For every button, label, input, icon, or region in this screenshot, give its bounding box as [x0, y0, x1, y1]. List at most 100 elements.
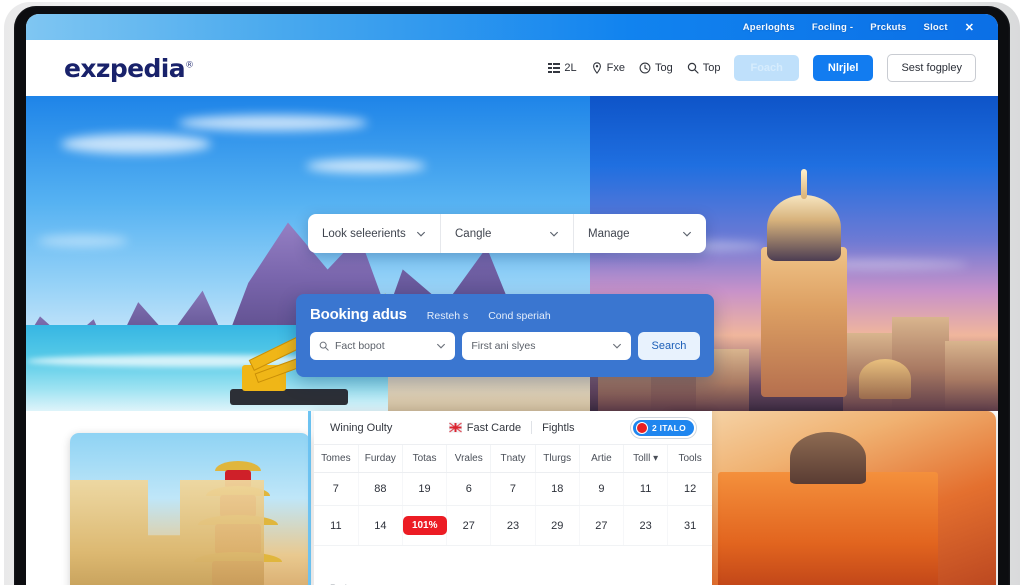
results-panel: Wining Oulty Fast Carde Fightls 2 ITALO …: [314, 411, 712, 585]
status-dot-icon: [635, 421, 648, 434]
destination-card-palace[interactable]: [666, 411, 996, 585]
nav-item-grid[interactable]: 2L: [548, 62, 577, 74]
results-panel-toolbar: Wining Oulty Fast Carde Fightls 2 ITALO: [314, 411, 712, 445]
hero-banner: Look seleerients Cangle Manage Booking a…: [26, 96, 998, 411]
nav-item-clock-label: Tog: [654, 62, 673, 74]
nav-item-tag[interactable]: Fxe: [591, 62, 625, 74]
percentage-badge: 101%: [402, 516, 447, 535]
table-cell: 9: [579, 472, 625, 506]
column-header-artie[interactable]: Artie: [579, 445, 625, 473]
table-cell: 29: [535, 505, 580, 546]
table-cell: 6: [446, 472, 492, 506]
filter-dropdown-2[interactable]: Cangle: [441, 214, 574, 253]
site-logo[interactable]: exzpedia®: [64, 53, 194, 83]
chevron-down-icon: [437, 343, 446, 349]
nav-item-clock[interactable]: Tog: [639, 62, 673, 74]
column-header-vrales[interactable]: Vrales: [446, 445, 492, 473]
screen-content: Aperloghts Focling - Prckuts Sloct ✕ exz…: [26, 14, 998, 585]
topbar-link-4[interactable]: Sloct: [924, 22, 948, 33]
panel-accent-edge: [308, 411, 311, 585]
column-header-totas[interactable]: Totas: [402, 445, 448, 473]
table-cell: 11: [623, 472, 669, 506]
flag-icon: [448, 422, 462, 433]
search-submit-button[interactable]: Search: [637, 332, 701, 360]
capitol-tower: [761, 169, 848, 397]
topbar-link-2[interactable]: Focling -: [812, 22, 853, 33]
column-header-tnaty[interactable]: Tnaty: [490, 445, 536, 473]
palace-dome: [790, 432, 866, 484]
nav-item-tag-label: Fxe: [606, 62, 625, 74]
building-shape: [944, 341, 998, 411]
search-input-origin-value: Fact bopot: [335, 340, 385, 352]
capitol-spire: [801, 169, 808, 199]
content-area: Wining Oulty Fast Carde Fightls 2 ITALO …: [26, 411, 998, 585]
search-icon: [687, 62, 699, 74]
filter-dropdown-1-label: Look seleerients: [322, 227, 406, 240]
secondary-action-button[interactable]: Foach: [734, 55, 799, 81]
topbar-link-3[interactable]: Prckuts: [870, 22, 906, 33]
header-nav: 2L Fxe Tog Top Foach Nlrjlel Sest fogple…: [548, 54, 976, 82]
account-button[interactable]: Sest fogpley: [887, 54, 976, 82]
topbar-link-1[interactable]: Aperloghts: [743, 22, 795, 33]
crane-base: [230, 389, 349, 405]
table-cell: 88: [358, 472, 403, 506]
palace-illustration: [718, 432, 938, 585]
stone-arch: [70, 480, 264, 585]
table-row[interactable]: 7 88 19 6 7 18 9 11 12: [314, 472, 712, 506]
site-topbar: Aperloghts Focling - Prckuts Sloct ✕: [26, 14, 998, 40]
toolbar-divider: [531, 421, 533, 434]
filter-dropdown-1[interactable]: Look seleerients: [308, 214, 441, 253]
table-cell: 18: [535, 472, 580, 506]
table-cell: 12: [667, 472, 712, 506]
screenshot-root: Aperloghts Focling - Prckuts Sloct ✕ exz…: [0, 0, 1024, 585]
filter-dropdown-3-label: Manage: [588, 227, 630, 240]
table-cell: 7: [314, 472, 359, 506]
search-icon: [319, 341, 329, 351]
site-header: exzpedia® 2L Fxe Tog Top Foach Nlrjlel S…: [26, 40, 998, 96]
cloud-shape: [37, 234, 128, 247]
column-header-furday[interactable]: Furday: [358, 445, 403, 473]
table-cell: 27: [579, 505, 625, 546]
table-header-row: Tomes Furday Totas Vrales Tnaty Tlurgs A…: [314, 445, 712, 473]
table-cell: 14: [358, 505, 403, 546]
booking-link-1[interactable]: Resteh s: [427, 310, 468, 322]
hero-filter-bar: Look seleerients Cangle Manage: [308, 214, 706, 253]
data-table: Tomes Furday Totas Vrales Tnaty Tlurgs A…: [314, 445, 712, 546]
booking-panel-header: Booking adus Resteh s Cond speriah: [310, 306, 700, 323]
tab-fast-carde[interactable]: Fast Carde: [448, 421, 521, 434]
table-row[interactable]: 11 14 101% 27 23 29 27 23 31: [314, 505, 712, 546]
chevron-down-icon: [550, 231, 558, 237]
tab-fightls[interactable]: Fightls: [542, 422, 574, 434]
nav-item-search-label: Top: [702, 62, 721, 74]
filter-dropdown-3[interactable]: Manage: [574, 214, 706, 253]
tag-icon: [591, 62, 603, 74]
table-cell: 11: [314, 505, 359, 546]
chevron-down-icon: [683, 231, 691, 237]
status-badge[interactable]: 2 ITALO: [630, 417, 696, 438]
column-header-tomes[interactable]: Tomes: [314, 445, 359, 473]
table-cell: 7: [490, 472, 536, 506]
close-icon[interactable]: ✕: [965, 21, 974, 34]
primary-action-button[interactable]: Nlrjlel: [812, 55, 874, 81]
nav-item-search[interactable]: Top: [687, 62, 721, 74]
table-cell: 27: [446, 505, 492, 546]
destination-card-pagoda[interactable]: [70, 433, 310, 585]
table-cell-highlight: 101%: [402, 505, 448, 546]
results-panel-title: Wining Oulty: [330, 421, 393, 434]
booking-panel-title: Booking adus: [310, 306, 407, 323]
logo-text: exzpedia: [64, 53, 186, 83]
chevron-down-icon: [417, 231, 425, 237]
search-input-dates-value: First ani slyes: [471, 340, 536, 352]
booking-link-2[interactable]: Cond speriah: [488, 310, 550, 322]
small-dome-shape: [859, 359, 912, 399]
clock-icon: [639, 62, 651, 74]
booking-panel: Booking adus Resteh s Cond speriah Fact …: [296, 294, 714, 377]
cloud-shape: [60, 133, 211, 154]
search-input-origin[interactable]: Fact bopot: [310, 332, 456, 360]
capitol-dome: [767, 195, 842, 261]
column-header-tlurgs[interactable]: Tlurgs: [535, 445, 580, 473]
column-header-tools[interactable]: Tools: [667, 445, 712, 473]
column-header-tolll[interactable]: Tolll ▾: [623, 445, 669, 473]
table-cell: 23: [623, 505, 669, 546]
search-input-dates[interactable]: First ani slyes: [462, 332, 631, 360]
